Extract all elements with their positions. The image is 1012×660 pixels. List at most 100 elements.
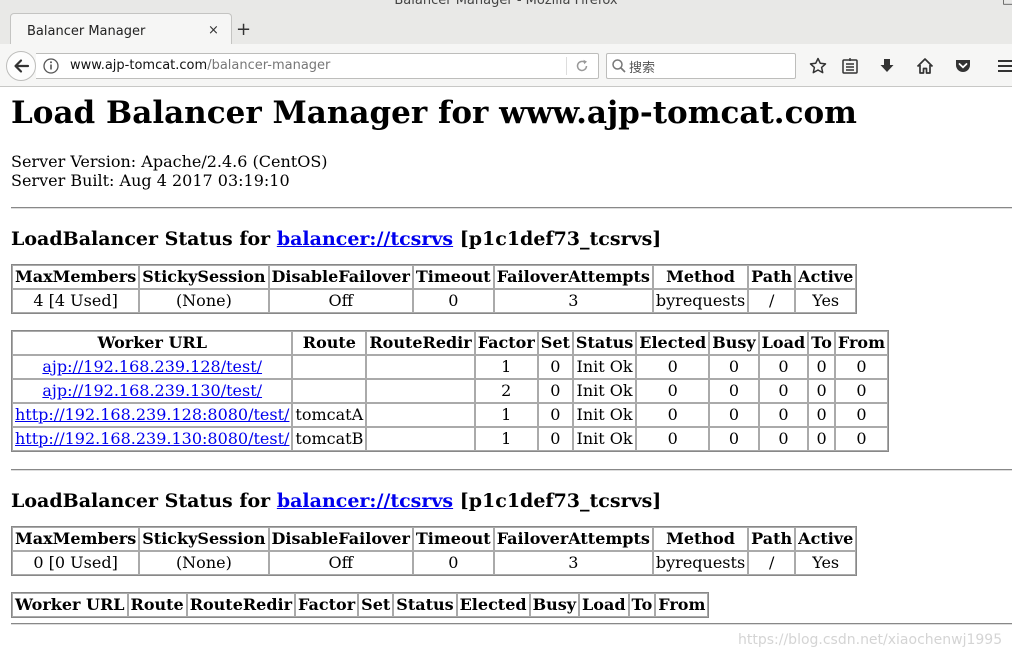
url-host: www.ajp-tomcat.com — [70, 58, 208, 73]
table-cell — [366, 355, 475, 379]
column-header: Status — [393, 593, 457, 617]
table-row: 4 [4 Used] (None) Off 0 3 byrequests / Yes — [12, 289, 857, 313]
column-header: Worker URL — [12, 593, 128, 617]
table-cell: Yes — [795, 551, 857, 575]
column-header: MaxMembers — [12, 527, 140, 551]
table-cell: 0 — [636, 379, 710, 403]
reading-list-icon[interactable] — [840, 56, 860, 76]
close-tab-icon[interactable]: × — [208, 23, 219, 38]
bookmark-star-icon[interactable] — [808, 56, 828, 76]
column-header: Method — [652, 265, 749, 289]
table-row: http://192.168.239.128:8080/test/tomcatA… — [12, 403, 889, 427]
column-header: StickySession — [139, 527, 269, 551]
column-header: Worker URL — [12, 331, 293, 355]
table-cell: 1 — [474, 403, 538, 427]
column-header: RouteRedir — [186, 593, 296, 617]
table-row: http://192.168.239.130:8080/test/tomcatB… — [12, 427, 889, 451]
table-cell: 0 — [709, 379, 759, 403]
table-cell: Init Ok — [572, 427, 637, 451]
table-cell: Init Ok — [572, 355, 637, 379]
worker-url-cell: http://192.168.239.128:8080/test/ — [12, 403, 293, 427]
table-cell: 3 — [493, 551, 653, 575]
table-cell: 0 — [808, 427, 835, 451]
column-header: Load — [579, 593, 629, 617]
table-cell — [366, 379, 475, 403]
table-cell: 0 — [808, 355, 835, 379]
table-cell: 0 — [808, 403, 835, 427]
table-cell: 2 — [474, 379, 538, 403]
table-cell: Init Ok — [572, 403, 637, 427]
column-header: Elected — [456, 593, 530, 617]
search-box[interactable]: 搜索 — [606, 53, 796, 79]
search-icon — [611, 58, 627, 78]
column-header: To — [628, 593, 656, 617]
tab-title: Balancer Manager — [27, 24, 146, 39]
worker-url-link[interactable]: ajp://192.168.239.128/test/ — [42, 357, 262, 376]
worker-url-link[interactable]: http://192.168.239.128:8080/test/ — [15, 405, 289, 424]
url-path: /balancer-manager — [207, 58, 331, 73]
table-cell: (None) — [139, 551, 269, 575]
new-tab-button[interactable]: + — [236, 20, 251, 40]
balancer-status-heading: LoadBalancer Status for balancer://tcsrv… — [11, 227, 1012, 251]
home-icon[interactable] — [915, 56, 935, 76]
table-cell: tomcatA — [292, 403, 367, 427]
table-cell — [366, 403, 475, 427]
table-cell: / — [748, 289, 796, 313]
column-header: Timeout — [412, 265, 494, 289]
table-cell — [292, 379, 367, 403]
column-header: DisableFailover — [268, 265, 413, 289]
column-header: Route — [127, 593, 187, 617]
table-cell — [292, 355, 367, 379]
page-content: Load Balancer Manager for www.ajp-tomcat… — [11, 94, 1012, 625]
window-titlebar: Balancer Manager - Mozilla Firefox – □ — [0, 0, 1012, 10]
column-header: Path — [748, 527, 796, 551]
maximize-icon[interactable]: □ — [1002, 0, 1012, 7]
table-cell: 0 — [709, 355, 759, 379]
url-bar[interactable]: www.ajp-tomcat.com/balancer-manager — [36, 53, 599, 79]
reload-icon[interactable] — [574, 58, 590, 78]
table-cell: tomcatB — [292, 427, 367, 451]
table-header-row: Worker URL Route RouteRedir Factor Set Status… — [12, 331, 889, 355]
table-cell: 0 — [537, 403, 573, 427]
nav-toolbar: www.ajp-tomcat.com/balancer-manager 搜索 — [0, 44, 1012, 87]
balancer-link[interactable]: balancer://tcsrvs — [277, 228, 453, 250]
table-cell: (None) — [139, 289, 269, 313]
column-header: Set — [358, 593, 394, 617]
balancer-link[interactable]: balancer://tcsrvs — [277, 490, 453, 512]
worker-url-link[interactable]: http://192.168.239.130:8080/test/ — [15, 429, 289, 448]
table-cell: 0 — [758, 403, 809, 427]
column-header: Method — [652, 527, 749, 551]
table-cell: 0 — [758, 427, 809, 451]
table-cell: 0 — [758, 355, 809, 379]
balancer-status-heading: LoadBalancer Status for balancer://tcsrv… — [11, 489, 1012, 513]
table-cell: 0 — [636, 427, 710, 451]
column-header: Active — [795, 527, 857, 551]
info-icon[interactable] — [42, 57, 60, 79]
pocket-icon[interactable] — [953, 56, 973, 76]
search-placeholder: 搜索 — [629, 61, 656, 76]
column-header: RouteRedir — [366, 331, 475, 355]
tab-balancer-manager[interactable]: Balancer Manager × — [10, 13, 232, 45]
worker-url-cell: http://192.168.239.130:8080/test/ — [12, 427, 293, 451]
back-button[interactable] — [6, 51, 36, 81]
column-header: Path — [748, 265, 796, 289]
menu-icon[interactable] — [995, 56, 1012, 76]
table-cell: 0 — [709, 403, 759, 427]
table-cell: 0 — [636, 355, 710, 379]
minimize-icon[interactable]: – — [936, 0, 943, 7]
section-divider — [11, 623, 1012, 625]
column-header: Elected — [636, 331, 710, 355]
url-text[interactable]: www.ajp-tomcat.com/balancer-manager — [70, 58, 330, 73]
table-header-row: MaxMembers StickySession DisableFailover Ti… — [12, 527, 857, 551]
download-icon[interactable] — [877, 56, 897, 76]
table-cell: 0 — [537, 379, 573, 403]
table-row: ajp://192.168.239.130/test/2 0 Init Ok 0 0 0 0… — [12, 379, 889, 403]
worker-url-link[interactable]: ajp://192.168.239.130/test/ — [42, 381, 262, 400]
table-cell: 0 — [834, 355, 889, 379]
worker-table: Worker URL Route RouteRedir Factor Set Status… — [11, 330, 890, 452]
column-header: Load — [758, 331, 809, 355]
column-header: Factor — [295, 593, 359, 617]
page-title: Load Balancer Manager for www.ajp-tomcat… — [11, 95, 857, 131]
table-cell: 0 [0 Used] — [12, 551, 140, 575]
column-header: Route — [292, 331, 367, 355]
